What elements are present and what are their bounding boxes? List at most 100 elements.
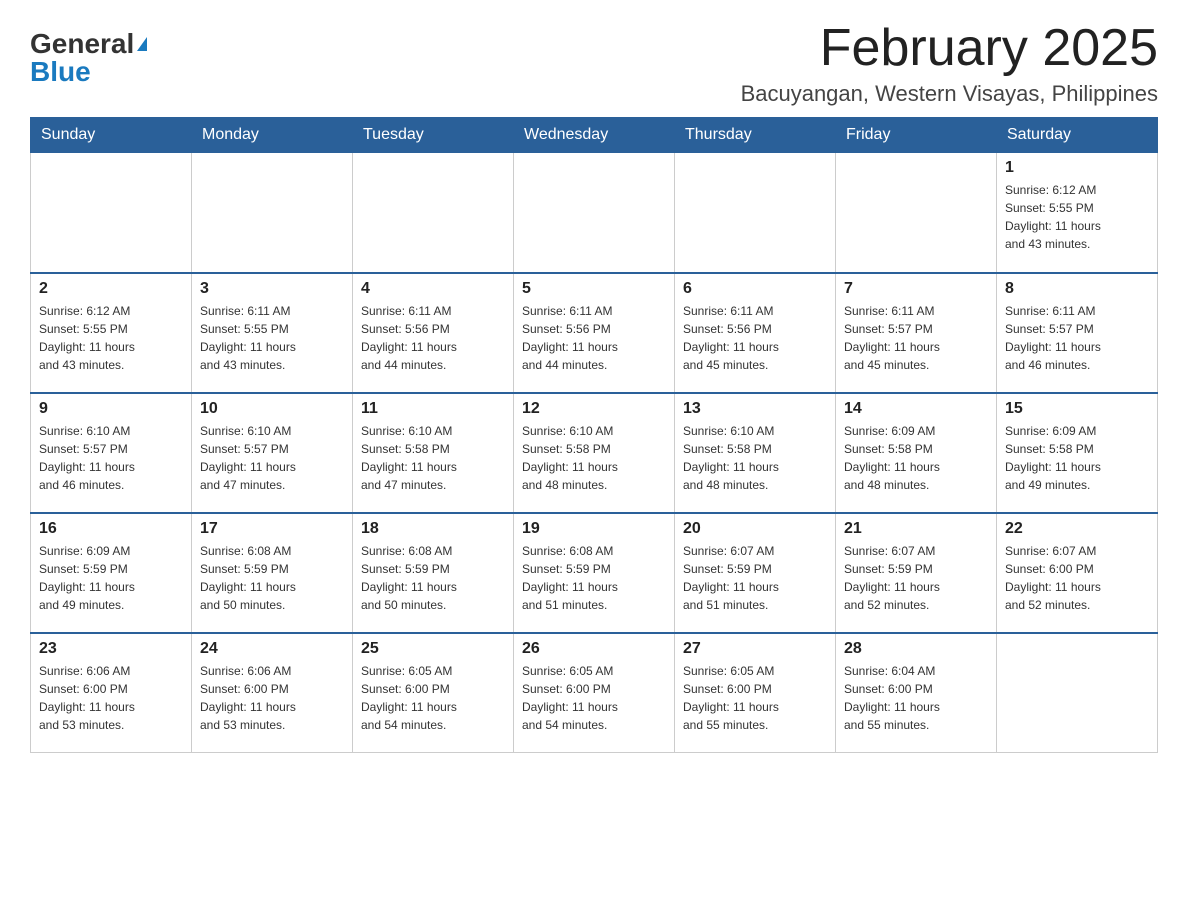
calendar-cell: 20 Sunrise: 6:07 AM Sunset: 5:59 PM Dayli…: [675, 513, 836, 633]
day-number: 28: [844, 640, 988, 658]
day-number: 20: [683, 520, 827, 538]
day-number: 10: [200, 400, 344, 418]
calendar-cell: 17 Sunrise: 6:08 AM Sunset: 5:59 PM Dayli…: [192, 513, 353, 633]
day-info: Sunrise: 6:10 AM Sunset: 5:58 PM Dayligh…: [361, 422, 505, 494]
day-number: 15: [1005, 400, 1149, 418]
calendar-cell: 28Sunrise: 6:04 AM Sunset: 6:00 PM Dayli…: [836, 633, 997, 753]
calendar-cell: 15 Sunrise: 6:09 AM Sunset: 5:58 PM Dayli…: [997, 393, 1158, 513]
day-info: Sunrise: 6:12 AM Sunset: 5:55 PM Dayligh…: [39, 302, 183, 374]
calendar-cell: [675, 153, 836, 273]
logo-general-text: General: [30, 30, 134, 58]
day-number: 12: [522, 400, 666, 418]
day-info: Sunrise: 6:07 AM Sunset: 5:59 PM Dayligh…: [844, 542, 988, 614]
calendar-cell: 11 Sunrise: 6:10 AM Sunset: 5:58 PM Dayli…: [353, 393, 514, 513]
day-number: 22: [1005, 520, 1149, 538]
day-info: Sunrise: 6:08 AM Sunset: 5:59 PM Dayligh…: [200, 542, 344, 614]
day-number: 24: [200, 640, 344, 658]
day-info: Sunrise: 6:06 AM Sunset: 6:00 PM Dayligh…: [200, 662, 344, 734]
calendar-cell: [192, 153, 353, 273]
day-number: 9: [39, 400, 183, 418]
calendar-header-row: SundayMondayTuesdayWednesdayThursdayFrid…: [31, 118, 1158, 153]
day-number: 11: [361, 400, 505, 418]
calendar-week-row: 16 Sunrise: 6:09 AM Sunset: 5:59 PM Dayli…: [31, 513, 1158, 633]
day-number: 23: [39, 640, 183, 658]
logo: General Blue: [30, 20, 147, 86]
calendar-cell: 4Sunrise: 6:11 AM Sunset: 5:56 PM Daylig…: [353, 273, 514, 393]
day-info: Sunrise: 6:11 AM Sunset: 5:57 PM Dayligh…: [844, 302, 988, 374]
day-info: Sunrise: 6:05 AM Sunset: 6:00 PM Dayligh…: [361, 662, 505, 734]
day-info: Sunrise: 6:07 AM Sunset: 5:59 PM Dayligh…: [683, 542, 827, 614]
calendar-cell: 14 Sunrise: 6:09 AM Sunset: 5:58 PM Dayli…: [836, 393, 997, 513]
calendar-cell: 27Sunrise: 6:05 AM Sunset: 6:00 PM Dayli…: [675, 633, 836, 753]
day-number: 16: [39, 520, 183, 538]
day-number: 8: [1005, 280, 1149, 298]
calendar-cell: 26 Sunrise: 6:05 AM Sunset: 6:00 PM Dayli…: [514, 633, 675, 753]
day-number: 5: [522, 280, 666, 298]
calendar-cell: [514, 153, 675, 273]
calendar-cell: 12 Sunrise: 6:10 AM Sunset: 5:58 PM Dayli…: [514, 393, 675, 513]
calendar-header-wednesday: Wednesday: [514, 118, 675, 153]
calendar-week-row: 9 Sunrise: 6:10 AM Sunset: 5:57 PM Daylig…: [31, 393, 1158, 513]
day-info: Sunrise: 6:11 AM Sunset: 5:57 PM Dayligh…: [1005, 302, 1149, 374]
calendar-week-row: 23 Sunrise: 6:06 AM Sunset: 6:00 PM Dayli…: [31, 633, 1158, 753]
calendar-header-tuesday: Tuesday: [353, 118, 514, 153]
day-number: 1: [1005, 159, 1149, 177]
day-info: Sunrise: 6:11 AM Sunset: 5:55 PM Dayligh…: [200, 302, 344, 374]
logo-triangle-icon: [137, 37, 147, 51]
day-info: Sunrise: 6:10 AM Sunset: 5:57 PM Dayligh…: [200, 422, 344, 494]
day-info: Sunrise: 6:11 AM Sunset: 5:56 PM Dayligh…: [683, 302, 827, 374]
day-number: 14: [844, 400, 988, 418]
calendar-cell: 21Sunrise: 6:07 AM Sunset: 5:59 PM Dayli…: [836, 513, 997, 633]
calendar-week-row: 1 Sunrise: 6:12 AM Sunset: 5:55 PM Daylig…: [31, 153, 1158, 273]
day-number: 18: [361, 520, 505, 538]
day-info: Sunrise: 6:12 AM Sunset: 5:55 PM Dayligh…: [1005, 181, 1149, 253]
day-info: Sunrise: 6:10 AM Sunset: 5:57 PM Dayligh…: [39, 422, 183, 494]
day-info: Sunrise: 6:07 AM Sunset: 6:00 PM Dayligh…: [1005, 542, 1149, 614]
day-info: Sunrise: 6:11 AM Sunset: 5:56 PM Dayligh…: [522, 302, 666, 374]
calendar-week-row: 2Sunrise: 6:12 AM Sunset: 5:55 PM Daylig…: [31, 273, 1158, 393]
day-number: 13: [683, 400, 827, 418]
day-info: Sunrise: 6:09 AM Sunset: 5:58 PM Dayligh…: [844, 422, 988, 494]
day-number: 4: [361, 280, 505, 298]
day-info: Sunrise: 6:10 AM Sunset: 5:58 PM Dayligh…: [683, 422, 827, 494]
logo-blue-text: Blue: [30, 58, 91, 86]
day-number: 17: [200, 520, 344, 538]
month-title: February 2025: [741, 20, 1158, 77]
page-header: General Blue February 2025 Bacuyangan, W…: [30, 20, 1158, 107]
calendar-cell: 8 Sunrise: 6:11 AM Sunset: 5:57 PM Daylig…: [997, 273, 1158, 393]
calendar-cell: [353, 153, 514, 273]
calendar-cell: [997, 633, 1158, 753]
day-info: Sunrise: 6:05 AM Sunset: 6:00 PM Dayligh…: [522, 662, 666, 734]
day-number: 19: [522, 520, 666, 538]
calendar-cell: 6 Sunrise: 6:11 AM Sunset: 5:56 PM Daylig…: [675, 273, 836, 393]
calendar-header-thursday: Thursday: [675, 118, 836, 153]
calendar-cell: 23 Sunrise: 6:06 AM Sunset: 6:00 PM Dayli…: [31, 633, 192, 753]
calendar-cell: 13 Sunrise: 6:10 AM Sunset: 5:58 PM Dayli…: [675, 393, 836, 513]
calendar-header-saturday: Saturday: [997, 118, 1158, 153]
location-title: Bacuyangan, Western Visayas, Philippines: [741, 81, 1158, 107]
day-number: 7: [844, 280, 988, 298]
calendar-cell: 10 Sunrise: 6:10 AM Sunset: 5:57 PM Dayli…: [192, 393, 353, 513]
calendar-cell: 9 Sunrise: 6:10 AM Sunset: 5:57 PM Daylig…: [31, 393, 192, 513]
calendar-cell: 19Sunrise: 6:08 AM Sunset: 5:59 PM Dayli…: [514, 513, 675, 633]
calendar-cell: 18 Sunrise: 6:08 AM Sunset: 5:59 PM Dayli…: [353, 513, 514, 633]
day-info: Sunrise: 6:06 AM Sunset: 6:00 PM Dayligh…: [39, 662, 183, 734]
day-info: Sunrise: 6:09 AM Sunset: 5:59 PM Dayligh…: [39, 542, 183, 614]
day-info: Sunrise: 6:09 AM Sunset: 5:58 PM Dayligh…: [1005, 422, 1149, 494]
day-number: 6: [683, 280, 827, 298]
calendar-cell: 16 Sunrise: 6:09 AM Sunset: 5:59 PM Dayli…: [31, 513, 192, 633]
calendar-cell: 5 Sunrise: 6:11 AM Sunset: 5:56 PM Daylig…: [514, 273, 675, 393]
calendar-header-friday: Friday: [836, 118, 997, 153]
calendar-cell: 24 Sunrise: 6:06 AM Sunset: 6:00 PM Dayli…: [192, 633, 353, 753]
calendar-cell: [836, 153, 997, 273]
calendar-table: SundayMondayTuesdayWednesdayThursdayFrid…: [30, 117, 1158, 753]
calendar-cell: 22 Sunrise: 6:07 AM Sunset: 6:00 PM Dayli…: [997, 513, 1158, 633]
calendar-header-sunday: Sunday: [31, 118, 192, 153]
calendar-cell: 3 Sunrise: 6:11 AM Sunset: 5:55 PM Daylig…: [192, 273, 353, 393]
calendar-cell: 2Sunrise: 6:12 AM Sunset: 5:55 PM Daylig…: [31, 273, 192, 393]
day-number: 3: [200, 280, 344, 298]
day-number: 26: [522, 640, 666, 658]
day-info: Sunrise: 6:08 AM Sunset: 5:59 PM Dayligh…: [361, 542, 505, 614]
day-info: Sunrise: 6:10 AM Sunset: 5:58 PM Dayligh…: [522, 422, 666, 494]
title-block: February 2025 Bacuyangan, Western Visaya…: [741, 20, 1158, 107]
